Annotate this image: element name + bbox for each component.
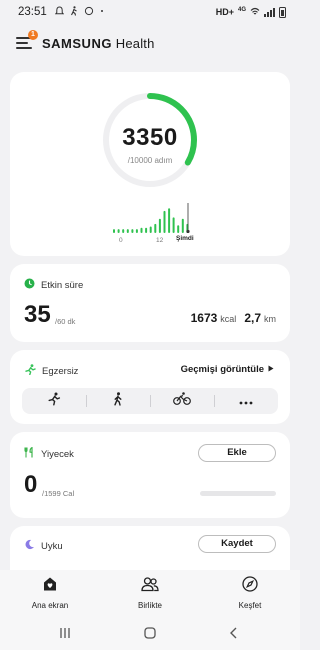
recent-apps-button[interactable] [57,625,73,641]
calorie-distance-row: 1673 kcal 2,7 km [191,311,276,325]
fork-knife-icon [24,446,35,461]
nav-discover-label: Keşfet [238,601,262,610]
exercise-walking-button[interactable] [86,388,150,414]
wifi-icon [250,7,260,18]
app-header: 1 SAMSUNG Health [0,28,300,58]
nav-together[interactable]: Birlikte [100,570,200,616]
hourly-steps-chart [113,203,190,233]
hourly-steps-bar [131,229,134,233]
running-figure-icon [24,364,36,378]
sync-icon [84,6,94,19]
tick-label-noon: 12 [156,237,164,244]
nav-home-label: Ana ekran [31,601,69,610]
steps-goal: /10000 adım [127,156,173,165]
status-bar: 23:51 HD+ 4G [0,0,300,24]
dot-icon [100,6,104,19]
nav-together-label: Birlikte [137,601,162,610]
exercise-running-button[interactable] [22,388,86,414]
hourly-steps-bar [113,229,115,233]
food-calorie-goal: /1599 Cal [42,489,75,498]
hourly-steps-bar [117,229,120,233]
battery-icon [279,6,286,18]
home-button[interactable] [142,625,158,641]
play-arrow-icon [268,364,274,375]
walking-icon [70,5,78,19]
exercise-title: Egzersiz [42,365,79,377]
hourly-steps-bar [145,227,148,233]
moon-icon [24,539,35,553]
hourly-steps-bar [149,226,152,233]
status-right: HD+ 4G [215,6,286,18]
people-icon [141,576,159,597]
active-time-card[interactable]: Etkin süre 35 /60 dk 1673 kcal 2,7 km [10,264,290,342]
hourly-steps-bar [122,229,125,233]
hourly-steps-bar [135,229,138,233]
record-sleep-button[interactable]: Kaydet [198,535,276,553]
kcal-value: 1673 [190,311,218,325]
sleep-header: Uyku [24,539,63,553]
brand-bold: SAMSUNG [42,35,112,51]
system-navigation [0,616,300,650]
active-minutes: 35 [24,301,51,328]
active-minutes-goal: /60 dk [55,317,76,326]
hourly-steps-bar [140,227,143,233]
nav-home[interactable]: Ana ekran [0,570,100,616]
hourly-steps-bar [158,218,161,233]
kcal-unit: kcal [220,314,237,324]
view-history-label: Geçmişi görüntüle [180,364,264,375]
cycling-icon [173,392,191,410]
active-time-title: Etkin süre [41,279,84,291]
sleep-title: Uyku [41,540,63,552]
hourly-steps-bar [181,218,184,233]
menu-button[interactable]: 1 [16,30,38,50]
tick-label-now: Şimdi [176,235,194,242]
bottom-navigation: Ana ekran Birlikte Keşfet [0,570,300,616]
status-icons [54,5,104,19]
steps-count: 3350 [122,124,178,151]
brand-light: Health [115,35,155,51]
hourly-steps-bar [168,208,171,233]
notification-icon [54,5,65,19]
clock-icon [24,278,35,292]
more-icon [239,392,253,410]
hourly-steps-bar [177,225,180,233]
hd-label: HD+ [215,7,234,17]
status-time: 23:51 [18,6,47,18]
nav-discover[interactable]: Keşfet [200,570,300,616]
hourly-steps-bar [163,210,166,233]
view-history-link[interactable]: Geçmişi görüntüle [181,364,274,375]
exercise-type-bar [22,388,278,414]
compass-icon [242,576,258,597]
food-card[interactable]: Yiyecek Ekle 0 /1599 Cal [10,432,290,518]
walking-icon [112,391,124,411]
exercise-card[interactable]: Egzersiz Geçmişi görüntüle [10,350,290,424]
exercise-header: Egzersiz [24,364,78,378]
back-button[interactable] [226,625,242,641]
exercise-cycling-button[interactable] [150,388,214,414]
home-icon [42,576,58,597]
hourly-steps-bar [172,217,175,233]
steps-card[interactable]: 3350 /10000 adım 0 12 Şimdi [10,72,290,256]
active-time-header: Etkin süre [24,278,83,292]
food-progress-bar [200,491,276,496]
food-title: Yiyecek [41,448,74,460]
distance-unit: km [264,314,276,324]
food-calories: 0 [24,471,38,498]
network-label: 4G [237,6,246,13]
signal-icon [264,7,275,17]
running-icon [47,392,61,411]
food-header: Yiyecek [24,446,74,461]
menu-badge: 1 [28,30,38,40]
hourly-steps-bar [126,229,129,233]
distance-value: 2,7 [244,311,261,325]
now-marker-dot [186,229,190,233]
tick-label-start: 0 [119,237,123,244]
app-brand: SAMSUNG Health [42,36,155,51]
sleep-card[interactable]: Uyku Kaydet [10,526,290,570]
hourly-steps-bar [154,223,157,233]
exercise-more-button[interactable] [214,388,278,414]
add-food-button[interactable]: Ekle [198,444,276,462]
